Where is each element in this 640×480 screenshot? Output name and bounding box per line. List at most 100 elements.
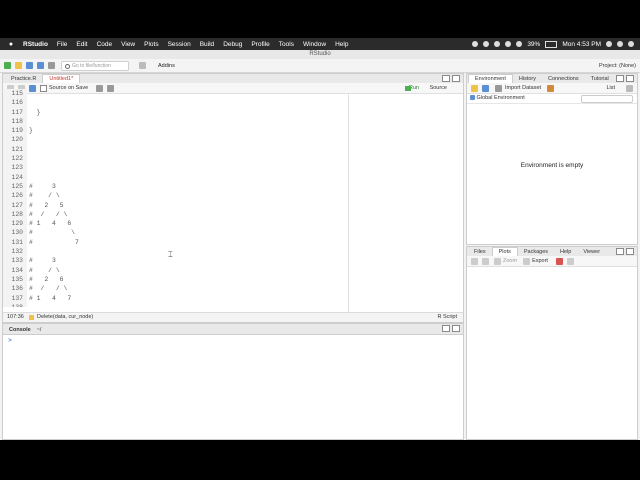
tab-practice-r[interactable]: Practice.R (5, 75, 42, 83)
tab-connections[interactable]: Connections (542, 75, 585, 83)
code-line[interactable] (29, 154, 319, 163)
code-line[interactable] (29, 145, 319, 154)
tab-viewer[interactable]: Viewer (577, 248, 606, 256)
menu-window[interactable]: Window (303, 41, 326, 48)
env-search-input[interactable] (581, 95, 633, 103)
export-icon[interactable] (523, 257, 531, 265)
save-all-icon[interactable] (37, 62, 44, 69)
source-button[interactable]: Source (430, 85, 447, 91)
list-view-button[interactable]: List (606, 85, 615, 91)
menu-file[interactable]: File (57, 41, 67, 48)
wifi-icon[interactable] (505, 41, 512, 47)
tab-untitled1[interactable]: Untitled1* (42, 74, 81, 83)
minimize-icon[interactable] (442, 325, 450, 332)
code-line[interactable]: # / \ (29, 191, 319, 200)
minimize-icon[interactable] (616, 75, 624, 82)
new-file-icon[interactable] (4, 62, 11, 69)
export-button[interactable]: Export (532, 258, 548, 264)
volume-icon[interactable] (516, 41, 523, 47)
minimize-icon[interactable] (616, 248, 624, 255)
tab-help[interactable]: Help (554, 248, 577, 256)
refresh-icon[interactable] (626, 84, 633, 92)
maximize-icon[interactable] (626, 248, 634, 255)
code-line[interactable]: # 1 4 7 (29, 294, 319, 303)
tab-tutorial[interactable]: Tutorial (585, 75, 615, 83)
zoom-button[interactable]: Zoom (503, 258, 517, 264)
import-dataset-icon[interactable] (495, 84, 502, 92)
back-icon[interactable] (471, 257, 478, 265)
apple-icon[interactable]: ● (6, 41, 16, 48)
code-line[interactable]: # 7 (29, 238, 319, 247)
save-icon[interactable] (26, 62, 33, 69)
import-dataset-button[interactable]: Import Dataset (505, 85, 541, 91)
minimize-icon[interactable] (442, 75, 450, 82)
bluetooth-icon[interactable] (494, 41, 501, 47)
menu-tools[interactable]: Tools (279, 41, 294, 48)
user-icon[interactable] (617, 41, 623, 47)
menu-session[interactable]: Session (168, 41, 191, 48)
battery-percent[interactable]: 39% (527, 41, 540, 48)
remove-plot-icon[interactable] (555, 257, 563, 265)
menu-help[interactable]: Help (335, 41, 348, 48)
spotlight-icon[interactable] (606, 41, 612, 47)
menu-edit[interactable]: Edit (76, 41, 87, 48)
open-file-icon[interactable] (15, 62, 22, 69)
code-line[interactable] (29, 98, 319, 107)
tab-environment[interactable]: Environment (468, 74, 513, 83)
notifications-icon[interactable] (628, 41, 634, 47)
code-line[interactable]: # 3 (29, 256, 319, 265)
code-line[interactable] (29, 303, 319, 307)
code-line[interactable] (29, 117, 319, 126)
project-menu[interactable]: Project: (None) (599, 63, 636, 69)
code-line[interactable]: # 3 (29, 182, 319, 191)
goto-file-input[interactable]: Go to file/function (61, 60, 129, 71)
menu-build[interactable]: Build (200, 41, 214, 48)
code-line[interactable]: } (29, 108, 319, 117)
tab-packages[interactable]: Packages (518, 248, 554, 256)
menu-code[interactable]: Code (97, 41, 113, 48)
status-icon[interactable] (483, 41, 490, 47)
console-title[interactable]: Console (3, 326, 37, 334)
maximize-icon[interactable] (452, 325, 460, 332)
scope-selector[interactable]: Global Environment (477, 95, 525, 101)
battery-icon[interactable] (545, 40, 558, 48)
addins-menu[interactable]: Addins (158, 63, 175, 69)
code-line[interactable]: # \ (29, 228, 319, 237)
code-line[interactable]: } (29, 126, 319, 135)
menu-plots[interactable]: Plots (144, 41, 158, 48)
run-arrow-icon[interactable] (405, 85, 411, 91)
tab-plots[interactable]: Plots (491, 247, 518, 256)
code-line[interactable]: # / / \ (29, 210, 319, 219)
grid-icon[interactable] (139, 62, 146, 69)
code-line[interactable]: # / / \ (29, 284, 319, 293)
print-icon[interactable] (48, 62, 55, 69)
function-context[interactable]: Delete(data, cur_node) (37, 313, 93, 322)
code-line[interactable] (29, 247, 319, 256)
save-workspace-icon[interactable] (482, 84, 489, 92)
maximize-icon[interactable] (626, 75, 634, 82)
console-prompt[interactable]: > (8, 337, 12, 344)
menu-debug[interactable]: Debug (223, 41, 242, 48)
menu-profile[interactable]: Profile (251, 41, 269, 48)
tab-history[interactable]: History (513, 75, 542, 83)
menu-view[interactable]: View (121, 41, 135, 48)
load-workspace-icon[interactable] (471, 84, 478, 92)
code-line[interactable] (29, 163, 319, 172)
code-line[interactable]: # 2 5 (29, 201, 319, 210)
code-line[interactable]: # / \ (29, 266, 319, 275)
clear-plots-icon[interactable] (566, 257, 574, 265)
code-line[interactable]: # 1 4 6 (29, 219, 319, 228)
code-line[interactable] (29, 135, 319, 144)
code-line[interactable] (29, 173, 319, 182)
menubar-clock[interactable]: Mon 4:53 PM (562, 41, 601, 48)
menu-app[interactable]: RStudio (23, 41, 48, 48)
file-type[interactable]: R Script (437, 313, 457, 322)
record-icon[interactable] (472, 41, 479, 47)
zoom-icon[interactable] (494, 257, 501, 265)
code-area[interactable]: }} # 3 # / \ # 2 5 # / / \ # 1 4 6 # \ # 7 # 3 # … (29, 89, 319, 307)
code-line[interactable] (29, 89, 319, 98)
broom-icon[interactable] (547, 84, 555, 92)
maximize-icon[interactable] (452, 75, 460, 82)
forward-icon[interactable] (482, 257, 489, 265)
code-line[interactable]: # 2 6 (29, 275, 319, 284)
